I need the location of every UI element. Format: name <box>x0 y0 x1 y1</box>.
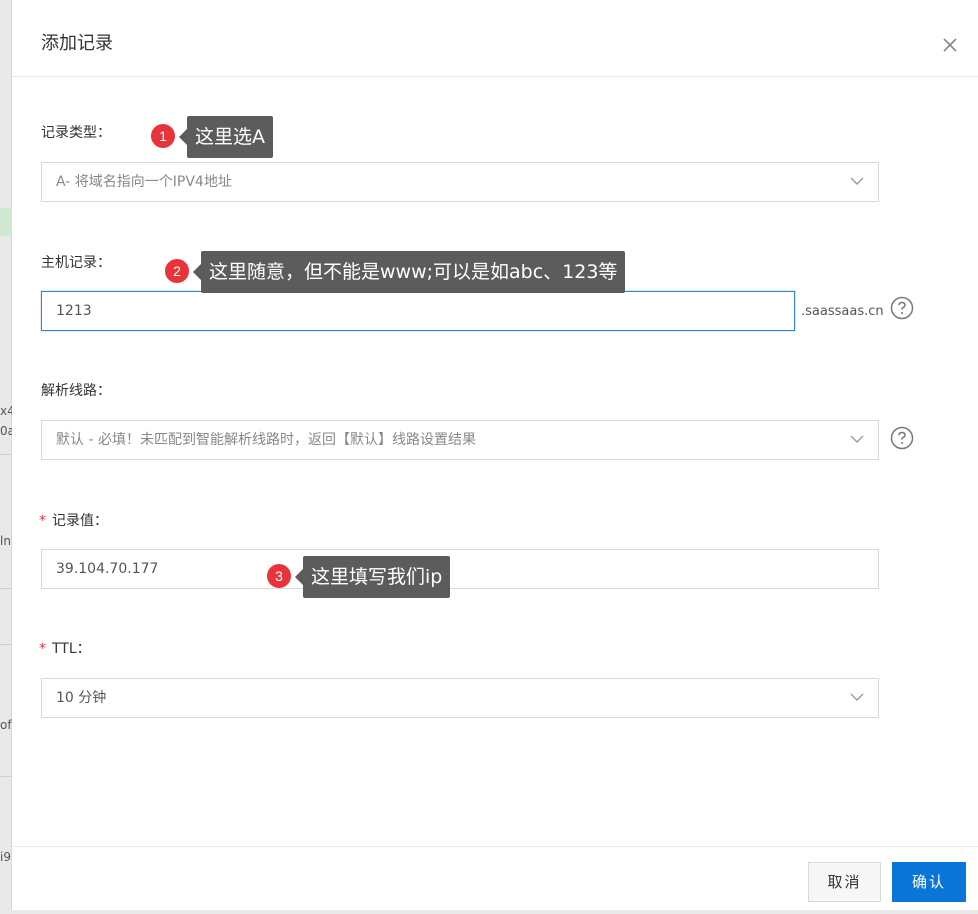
background-divider <box>0 776 12 777</box>
host-record-value: 1213 <box>56 303 92 319</box>
annotation-badge: 1 <box>151 124 175 148</box>
record-value-value: 39.104.70.177 <box>56 561 159 577</box>
resolve-line-select[interactable]: 默认 - 必填！未匹配到智能解析线路时，返回【默认】线路设置结果 <box>41 420 879 460</box>
help-icon[interactable] <box>890 426 914 450</box>
ttl-label-text: TTL： <box>52 641 91 657</box>
host-record-label: 主机记录： <box>41 255 111 271</box>
annotation-tooltip: 这里选A <box>179 116 273 158</box>
background-page <box>0 0 12 914</box>
record-value-input[interactable]: 39.104.70.177 <box>41 549 879 589</box>
annotation-tooltip: 这里随意，但不能是www;可以是如abc、123等 <box>192 251 626 293</box>
ttl-value: 10 分钟 <box>56 690 107 706</box>
chevron-down-icon <box>850 177 864 185</box>
annotation-badge: 2 <box>165 259 189 283</box>
record-value-label-text: 记录值： <box>52 513 108 529</box>
close-icon[interactable] <box>941 36 959 54</box>
dialog-header: 添加记录 <box>12 0 978 77</box>
background-text-fragment: i9 <box>0 850 11 864</box>
background-divider <box>0 454 12 455</box>
add-record-dialog: 添加记录 记录类型： A- 将域名指向一个IPV4地址 主机记录： 1213 .… <box>12 0 978 910</box>
ttl-select[interactable]: 10 分钟 <box>41 678 879 718</box>
annotation-tooltip: 这里填写我们ip <box>294 556 451 598</box>
record-type-value: A- 将域名指向一个IPV4地址 <box>56 174 232 190</box>
resolve-line-value: 默认 - 必填！未匹配到智能解析线路时，返回【默认】线路设置结果 <box>56 432 476 448</box>
domain-suffix: .saassaas.cn <box>801 304 884 319</box>
record-value-label: * 记录值： <box>39 512 108 530</box>
background-text-fragment: ln <box>0 534 11 548</box>
background-text-fragment: of <box>0 718 12 732</box>
background-divider <box>0 644 12 645</box>
annotation-badge: 3 <box>267 564 291 588</box>
ttl-label: * TTL： <box>39 640 91 658</box>
background-divider <box>0 588 12 589</box>
background-text-fragment: x4 <box>0 404 12 418</box>
chevron-down-icon <box>850 693 864 701</box>
record-type-select[interactable]: A- 将域名指向一个IPV4地址 <box>41 162 879 202</box>
record-type-label: 记录类型： <box>41 125 111 141</box>
dialog-footer: 取消 确认 <box>12 846 978 910</box>
background-text-fragment: 0a <box>0 424 12 438</box>
required-mark: * <box>39 513 46 529</box>
background-bottom <box>0 910 978 914</box>
resolve-line-label: 解析线路： <box>41 383 111 399</box>
chevron-down-icon <box>850 435 864 443</box>
required-mark: * <box>39 641 46 657</box>
dialog-title: 添加记录 <box>41 33 113 54</box>
cancel-button[interactable]: 取消 <box>808 862 881 902</box>
background-highlight-row <box>0 208 12 236</box>
confirm-button[interactable]: 确认 <box>892 862 966 902</box>
host-record-input[interactable]: 1213 <box>41 291 795 331</box>
help-icon[interactable] <box>890 296 914 320</box>
